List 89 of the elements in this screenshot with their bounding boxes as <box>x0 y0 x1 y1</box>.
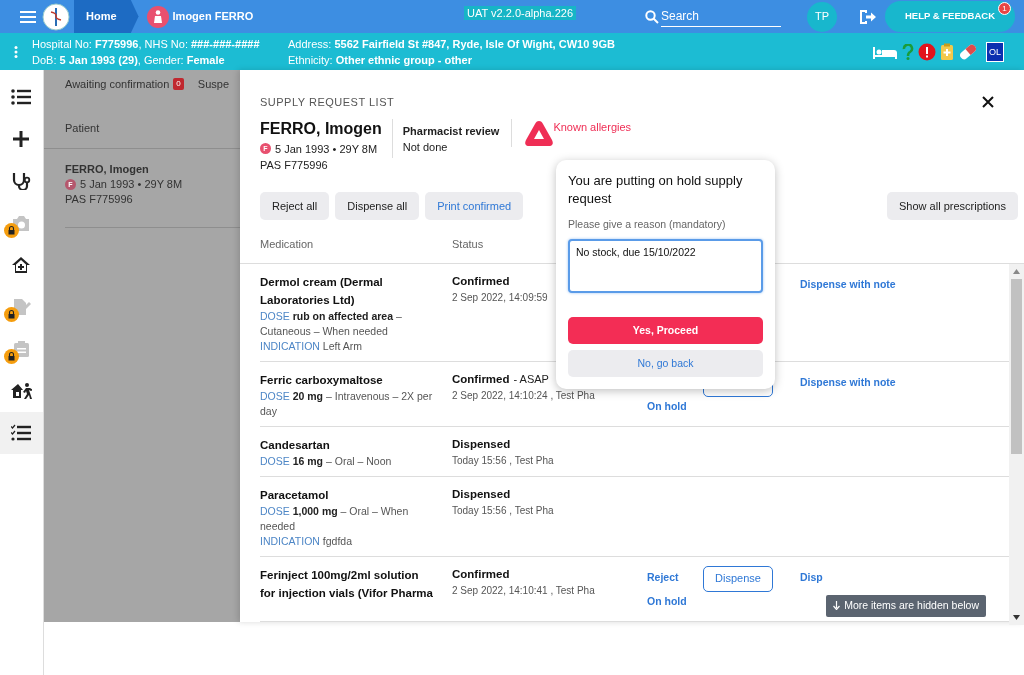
plus-icon <box>11 130 32 148</box>
house-icon <box>11 256 32 274</box>
clipboard-icon <box>940 42 954 61</box>
status-text: Confirmed <box>452 567 510 580</box>
reason-prompt: Please give a reason (mandatory) <box>568 217 727 232</box>
medication-name: Dermol cream (Dermal Laboratories Ltd) <box>260 274 384 308</box>
priority-text: - ASAP <box>513 372 549 385</box>
medication-detail: INDICATION Left Arm <box>260 338 363 354</box>
list-icon <box>11 88 32 106</box>
pas-number: PAS F775996 <box>260 158 329 173</box>
banner-text: Ethnicity: Other ethnic group - other <box>288 52 473 68</box>
allergy-warning: Known allergies <box>553 119 632 135</box>
tab-label[interactable]: Awaiting confirmation <box>65 76 170 93</box>
home-breadcrumb[interactable]: Home <box>74 0 139 33</box>
sidebar-button[interactable] <box>0 412 43 454</box>
lock-icon <box>4 223 19 238</box>
cancel-button[interactable]: No, go back <box>568 350 763 378</box>
tab-label[interactable]: Suspe <box>197 76 229 93</box>
patient-icon <box>146 5 169 28</box>
banner-text: Address: 5562 Fairfield St #847, Ryde, Isle Of Wight, CW10 9GB <box>288 36 615 52</box>
popover-title: You are putting on hold supply request <box>568 172 744 208</box>
medication-name: Ferric carboxymaltose <box>260 372 384 388</box>
medication-name: Paracetamol <box>260 487 330 503</box>
medication-detail: DOSE 20 mg – Intravenous – 2X per day <box>260 388 434 419</box>
patient-name: FERRO, Imogen <box>260 118 382 139</box>
status-meta: 2 Sep 2022, 14:09:59 <box>452 290 549 305</box>
menu-icon[interactable] <box>20 9 36 24</box>
patient-name: FERRO, Imogen <box>65 162 150 177</box>
house-person-icon <box>11 382 32 400</box>
status-text: Confirmed <box>452 372 510 385</box>
date-of-birth: 5 Jan 1993 • 29Y 8M <box>80 177 183 192</box>
dispense-note-link[interactable]: Dispense with note <box>800 276 896 293</box>
close-icon[interactable] <box>982 96 994 108</box>
logout-icon[interactable] <box>859 8 877 25</box>
patient-breadcrumb[interactable]: Imogen FERRO <box>172 8 254 25</box>
hint-text: More items are hidden below <box>844 597 979 613</box>
on-hold-link[interactable]: On hold <box>647 398 703 415</box>
logo-icon <box>42 2 70 31</box>
question-icon <box>902 43 914 60</box>
alert-icon <box>918 42 936 61</box>
hint-tooltip[interactable]: More items are hidden below <box>826 594 986 617</box>
checklist-icon <box>11 424 32 442</box>
column-header: Patient <box>65 121 100 134</box>
action-button[interactable]: Print confirmed <box>425 191 524 220</box>
allergy-icon <box>524 118 555 147</box>
show-all-button[interactable]: Show all prescriptions <box>887 191 1018 220</box>
review-status: Not done <box>402 140 449 155</box>
scroll-up-icon[interactable] <box>1013 268 1020 274</box>
reject-link[interactable]: Reject <box>647 569 703 586</box>
dispense-button[interactable]: Dispense <box>703 565 773 592</box>
environment-tag: UAT v2.2.0-alpha.226 <box>464 6 576 20</box>
banner-text: Hospital No: F775996, NHS No: ###-###-#### <box>32 36 261 52</box>
ol-badge: OL <box>986 41 1004 62</box>
dispense-note-link[interactable]: Disp <box>800 569 823 586</box>
search-icon <box>645 9 659 24</box>
action-button[interactable]: Dispense all <box>335 191 420 220</box>
medication-detail: DOSE 16 mg – Oral – Noon <box>260 453 393 469</box>
proceed-button[interactable]: Yes, Proceed <box>568 317 763 345</box>
reason-field[interactable]: No stock, due 15/10/2022 <box>568 238 763 293</box>
status-meta: 2 Sep 2022, 14:10:24 , Test Pha <box>452 388 596 403</box>
medication-detail: DOSE rub on affected area – Cutaneous – When needed <box>260 308 403 339</box>
scrollbar-thumb[interactable] <box>1011 278 1022 454</box>
column-header: Medication <box>260 238 314 250</box>
status-meta: Today 15:56 , Test Pha <box>452 453 555 468</box>
count-badge: 0 <box>173 78 184 91</box>
banner-text: DoB: 5 Jan 1993 (29), Gender: Female <box>32 52 226 68</box>
lock-icon <box>4 307 19 322</box>
medication-name: Ferinject 100mg/2ml solution for injection vials (Vifor Pharma <box>260 567 434 601</box>
on-hold-link[interactable]: On hold <box>647 593 703 610</box>
date-of-birth: 5 Jan 1993 • 29Y 8M <box>275 141 378 157</box>
column-header: Status <box>452 238 484 250</box>
status-meta: Today 15:56 , Test Pha <box>452 503 555 518</box>
status-text: Dispensed <box>452 487 511 500</box>
pas-number: PAS F775996 <box>65 192 134 207</box>
medication-name: Candesartan <box>260 437 331 453</box>
user-avatar[interactable]: TP <box>807 1 837 32</box>
action-button[interactable]: Reject all <box>260 191 330 220</box>
medication-detail: INDICATION fgdfda <box>260 533 353 549</box>
panel-title: SUPPLY REQUEST LIST <box>260 95 395 110</box>
dispense-note-link[interactable]: Dispense with note <box>800 374 896 391</box>
lock-icon <box>4 349 19 364</box>
search-field[interactable]: Search <box>661 6 781 27</box>
status-text: Dispensed <box>452 437 511 450</box>
stethoscope-icon <box>11 172 32 190</box>
review-label: Pharmacist review <box>402 123 500 139</box>
status-meta: 2 Sep 2022, 14:10:41 , Test Pha <box>452 583 596 598</box>
arrow-down-icon <box>833 601 841 611</box>
status-text: Confirmed <box>452 274 510 287</box>
scroll-down-icon[interactable] <box>1013 614 1020 620</box>
